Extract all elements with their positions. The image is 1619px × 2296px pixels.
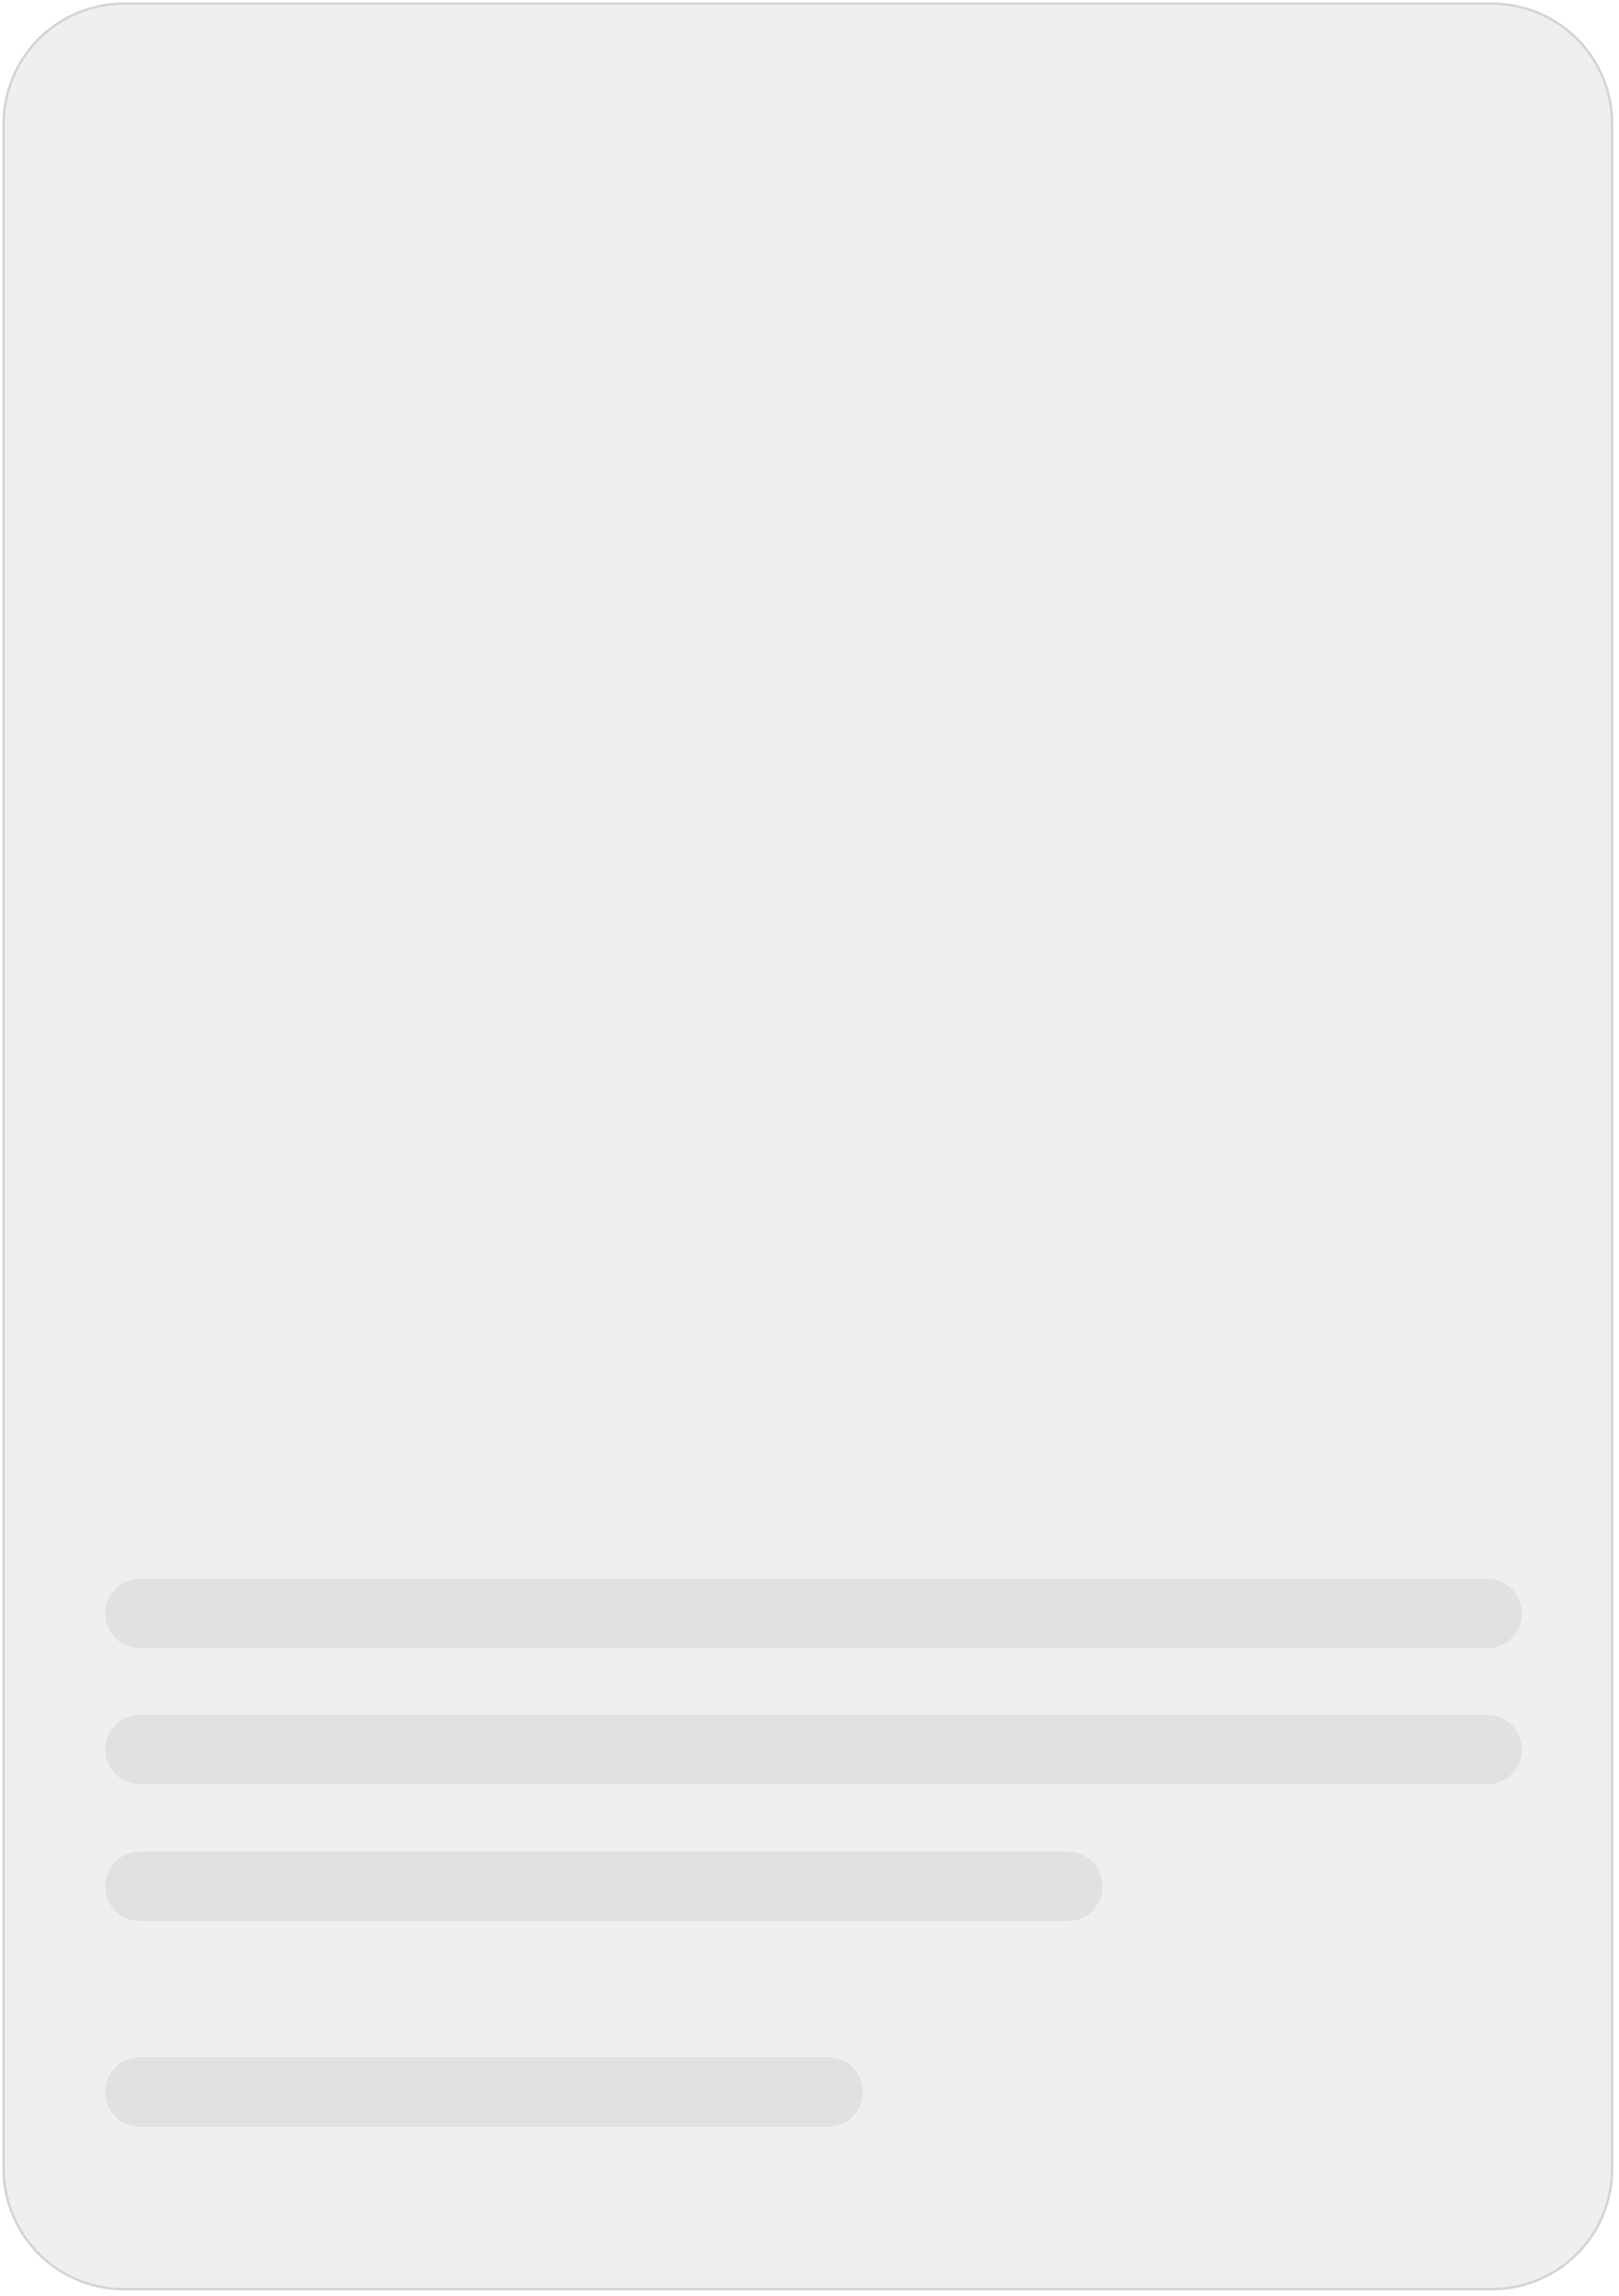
- skeleton-card: [2, 2, 1613, 2290]
- text-line-placeholder-1: [105, 1579, 1522, 1648]
- text-placeholder-group: [105, 1579, 1522, 2129]
- text-line-placeholder-2: [105, 1715, 1522, 1784]
- text-line-placeholder-3: [105, 1852, 1103, 1921]
- text-line-placeholder-4: [105, 2057, 863, 2127]
- media-placeholder: [5, 5, 1611, 1535]
